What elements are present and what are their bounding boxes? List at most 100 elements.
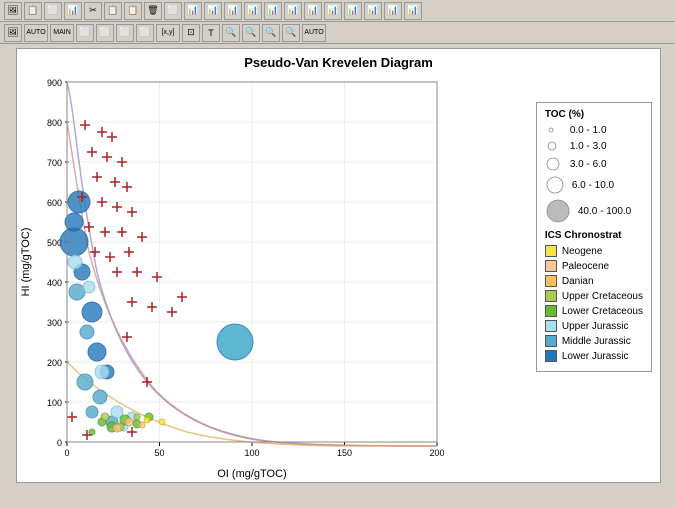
neogene-color: [545, 245, 557, 257]
tb1-btn7[interactable]: 📋: [124, 2, 142, 20]
tb2-auto[interactable]: AUTO: [24, 24, 48, 42]
tb2-sel[interactable]: ⊡: [182, 24, 200, 42]
datapoint-lower-cretaceous: [89, 429, 95, 435]
tb1-btn16[interactable]: 📊: [304, 2, 322, 20]
toc-item-3: 3.0 - 6.0: [545, 156, 643, 172]
toc-legend-title: TOC (%): [545, 109, 643, 120]
tb2-img[interactable]: 🖼: [4, 24, 22, 42]
tb1-btn3[interactable]: ⬜: [44, 2, 62, 20]
datapoint-upper-cretaceous: [134, 414, 140, 420]
tb1-btn11[interactable]: 📊: [204, 2, 222, 20]
datapoint-paleocene: [139, 422, 145, 428]
lower-cretaceous-color: [545, 305, 557, 317]
chron-lower-jurassic: Lower Jurassic: [545, 350, 643, 362]
datapoint-middle-jurassic: [93, 390, 107, 404]
chart-title: Pseudo-Van Krevelen Diagram: [17, 49, 660, 72]
svg-text:150: 150: [337, 448, 352, 458]
tb1-btn17[interactable]: 📊: [324, 2, 342, 20]
tb2-text[interactable]: T: [202, 24, 220, 42]
middle-jurassic-label: Middle Jurassic: [562, 336, 631, 347]
chart-svg: HI (mg/gTOC) OI (mg/gTOC) 0 100 200 300: [17, 72, 527, 482]
chron-lower-cretaceous: Lower Cretaceous: [545, 305, 643, 317]
upper-jurassic-label: Upper Jurassic: [562, 321, 629, 332]
tb1-btn12[interactable]: 📊: [224, 2, 242, 20]
tb1-btn18[interactable]: 📊: [344, 2, 362, 20]
upper-cretaceous-color: [545, 290, 557, 302]
toc-item-4: 6.0 - 10.0: [545, 175, 643, 195]
toc-item-1: 0.0 - 1.0: [545, 124, 643, 136]
toolbar1: 🖼 📋 ⬜ 📊 ✂ 📋 📋 🗑 ⬜ 📊 📊 📊 📊 📊 📊 📊 📊 📊 📊 📊 …: [0, 0, 675, 22]
tb1-btn5[interactable]: ✂: [84, 2, 102, 20]
tb1-btn13[interactable]: 📊: [244, 2, 262, 20]
svg-text:HI (mg/gTOC): HI (mg/gTOC): [20, 228, 32, 297]
toc-label-3: 3.0 - 6.0: [570, 159, 607, 170]
tb1-btn1[interactable]: 🖼: [4, 2, 22, 20]
tb1-btn10[interactable]: 📊: [184, 2, 202, 20]
datapoint-upper-jurassic: [95, 365, 109, 379]
tb2-btn3[interactable]: ⬜: [76, 24, 94, 42]
upper-cretaceous-label: Upper Cretaceous: [562, 291, 643, 302]
svg-text:700: 700: [47, 158, 62, 168]
datapoint-upper-jurassic: [83, 281, 95, 293]
tb1-btn9[interactable]: ⬜: [164, 2, 182, 20]
datapoint-middle-jurassic: [80, 325, 94, 339]
datapoint-lower-jurassic: [65, 213, 83, 231]
svg-text:800: 800: [47, 118, 62, 128]
lower-jurassic-color: [545, 350, 557, 362]
chart-inner: TOC (%) 0.0 - 1.0 1.0 - 3.0 3.0 - 6.0 6.…: [17, 72, 660, 482]
chron-legend-title: ICS Chronostrat: [545, 230, 643, 241]
tb2-xy[interactable]: [x,y]: [156, 24, 180, 42]
svg-text:OI (mg/gTOC): OI (mg/gTOC): [217, 468, 286, 480]
upper-jurassic-color: [545, 320, 557, 332]
tb2-zoom-in[interactable]: 🔍: [222, 24, 240, 42]
tb1-btn4[interactable]: 📊: [64, 2, 82, 20]
legend-box: TOC (%) 0.0 - 1.0 1.0 - 3.0 3.0 - 6.0 6.…: [536, 102, 652, 372]
toc-item-2: 1.0 - 3.0: [545, 139, 643, 153]
chron-middle-jurassic: Middle Jurassic: [545, 335, 643, 347]
tb1-btn8[interactable]: 🗑: [144, 2, 162, 20]
toc-item-5: 40.0 - 100.0: [545, 198, 643, 224]
datapoint-upper-cretaceous: [101, 413, 109, 421]
datapoint-lower-jurassic: [60, 228, 88, 256]
lower-jurassic-label: Lower Jurassic: [562, 351, 629, 362]
svg-text:50: 50: [154, 448, 164, 458]
toc-label-4: 6.0 - 10.0: [572, 180, 614, 191]
tb1-btn6[interactable]: 📋: [104, 2, 122, 20]
tb2-btn4[interactable]: ⬜: [96, 24, 114, 42]
datapoint-lower-jurassic: [82, 302, 102, 322]
tb1-btn2[interactable]: 📋: [24, 2, 42, 20]
datapoint-paleocene: [113, 424, 121, 432]
tb2-auto2[interactable]: AUTO: [302, 24, 326, 42]
datapoint-middle-jurassic: [86, 406, 98, 418]
lower-cretaceous-label: Lower Cretaceous: [562, 306, 643, 317]
tb1-btn19[interactable]: 📊: [364, 2, 382, 20]
datapoint-lower-jurassic: [88, 343, 106, 361]
datapoint-middle-jurassic: [77, 374, 93, 390]
datapoint-lower-jurassic: [68, 191, 90, 213]
tb1-btn15[interactable]: 📊: [284, 2, 302, 20]
tb2-zoom2[interactable]: 🔍: [262, 24, 280, 42]
tb2-btn5[interactable]: ⬜: [116, 24, 134, 42]
toc-label-1: 0.0 - 1.0: [570, 125, 607, 136]
chron-danian: Danian: [545, 275, 643, 287]
tb2-zoom-out[interactable]: 🔍: [242, 24, 260, 42]
svg-text:400: 400: [47, 278, 62, 288]
svg-text:300: 300: [47, 318, 62, 328]
svg-text:600: 600: [47, 198, 62, 208]
tb1-btn21[interactable]: 📊: [404, 2, 422, 20]
chron-upper-cretaceous: Upper Cretaceous: [545, 290, 643, 302]
chart-wrapper: Pseudo-Van Krevelen Diagram TOC (%) 0.0 …: [16, 48, 661, 483]
tb2-zoom3[interactable]: 🔍: [282, 24, 300, 42]
tb1-btn20[interactable]: 📊: [384, 2, 402, 20]
chron-upper-jurassic: Upper Jurassic: [545, 320, 643, 332]
chron-paleocene: Paleocene: [545, 260, 643, 272]
toc-label-5: 40.0 - 100.0: [578, 206, 631, 217]
neogene-label: Neogene: [562, 246, 603, 257]
tb2-main[interactable]: MAIN: [50, 24, 74, 42]
danian-label: Danian: [562, 276, 594, 287]
paleocene-color: [545, 260, 557, 272]
tb2-btn6[interactable]: ⬜: [136, 24, 154, 42]
svg-text:0: 0: [64, 448, 69, 458]
tb1-btn14[interactable]: 📊: [264, 2, 282, 20]
datapoint-paleocene: [125, 418, 133, 426]
